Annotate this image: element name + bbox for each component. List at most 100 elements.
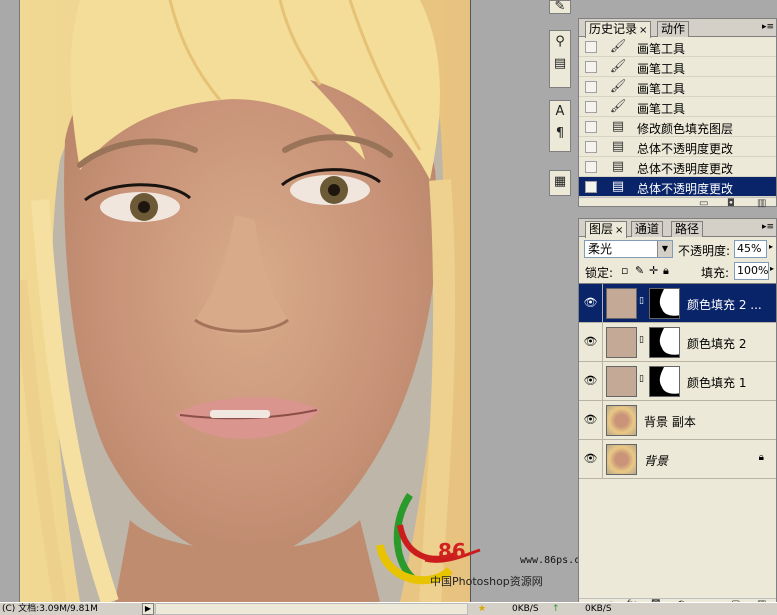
- status-bar: (C) 文档:3.09M/9.81M ▶ ★ 0KB/S ↑ 0KB/S: [0, 602, 777, 615]
- opacity-input[interactable]: 45%: [734, 240, 767, 258]
- fill-arrow-icon[interactable]: ▸: [770, 264, 774, 273]
- character-icon[interactable]: A: [550, 101, 570, 123]
- visibility-eye-icon[interactable]: 👁︎: [579, 440, 603, 478]
- tool-group-type: A ¶: [549, 100, 571, 152]
- close-icon[interactable]: ×: [639, 25, 647, 36]
- watermark-logo: 86 www.86ps.com 中国Photoshop资源网: [370, 485, 592, 595]
- layer-mask-thumbnail[interactable]: [649, 288, 680, 319]
- tab-layers[interactable]: 图层 ×: [585, 221, 628, 238]
- tool-group-top: ✎: [549, 0, 571, 14]
- history-tabrow: 历史记录 × 动作 ▸≡: [579, 19, 776, 38]
- clone-source-icon[interactable]: ▤: [550, 53, 570, 75]
- history-source-checkbox[interactable]: [585, 101, 597, 113]
- history-source-checkbox[interactable]: [585, 41, 597, 53]
- new-document-icon[interactable]: ▭: [699, 198, 708, 209]
- layers-tabrow: 图层 × 通道 路径 ▸≡: [579, 219, 776, 238]
- lock-pixels-icon[interactable]: ✎: [635, 264, 644, 277]
- layer-mask-thumbnail[interactable]: [649, 327, 680, 358]
- opacity-label: 不透明度:: [678, 244, 731, 258]
- history-item[interactable]: ▤ 总体不透明度更改: [579, 137, 776, 157]
- wrench-icon[interactable]: ✎: [550, 0, 570, 13]
- lock-position-icon[interactable]: ✛: [649, 264, 658, 277]
- layer-row[interactable]: 👁︎ ▯ 颜色填充 2: [579, 323, 776, 362]
- history-item[interactable]: 🖌︎ 画笔工具: [579, 77, 776, 97]
- history-item-label: 画笔工具: [637, 62, 686, 76]
- history-item[interactable]: 🖌︎ 画笔工具: [579, 37, 776, 57]
- layer-row[interactable]: 👁︎ ▯ 颜色填充 2 ...: [579, 284, 776, 323]
- fill-input[interactable]: 100%: [734, 262, 769, 280]
- layer-comps-icon[interactable]: ▦: [550, 171, 570, 193]
- history-source-checkbox[interactable]: [585, 141, 597, 153]
- lock-all-icon[interactable]: 🔒︎: [663, 264, 669, 278]
- layer-row[interactable]: 👁︎ 背景 副本: [579, 401, 776, 440]
- trash-icon[interactable]: ▥: [757, 198, 766, 209]
- history-source-checkbox[interactable]: [585, 121, 597, 133]
- tab-history[interactable]: 历史记录 ×: [585, 21, 652, 38]
- fill-color-thumbnail[interactable]: [606, 288, 637, 319]
- document-info[interactable]: (C) 文档:3.09M/9.81M: [0, 603, 142, 615]
- tool-group-info: ▦: [549, 170, 571, 196]
- layer-name[interactable]: 背景 副本: [644, 413, 696, 430]
- fill-color-thumbnail[interactable]: [606, 327, 637, 358]
- visibility-eye-icon[interactable]: 👁︎: [579, 284, 603, 322]
- history-source-checkbox[interactable]: [585, 81, 597, 93]
- lock-transparent-icon[interactable]: ▫: [621, 264, 628, 277]
- lock-label: 锁定:: [585, 266, 614, 280]
- layer-name[interactable]: 颜色填充 1: [687, 374, 746, 391]
- mask-link-icon[interactable]: ▯: [639, 335, 644, 345]
- layer-row[interactable]: 👁︎ ▯ 颜色填充 1: [579, 362, 776, 401]
- history-source-checkbox[interactable]: [585, 181, 597, 193]
- visibility-eye-icon[interactable]: 👁︎: [579, 362, 603, 400]
- history-source-checkbox[interactable]: [585, 161, 597, 173]
- tab-actions-label: 动作: [661, 22, 686, 36]
- history-state-icon: ▤: [611, 179, 625, 194]
- layer-name[interactable]: 背景: [644, 452, 668, 469]
- download-star-icon: ★: [478, 604, 487, 614]
- brush-icon: 🖌︎: [609, 99, 627, 114]
- layer-name[interactable]: 颜色填充 2 ...: [687, 296, 762, 313]
- blend-mode-select[interactable]: 柔光 ▼: [584, 240, 673, 258]
- layer-row[interactable]: 👁︎ 背景 🔒︎: [579, 440, 776, 479]
- close-icon[interactable]: ×: [615, 225, 623, 236]
- visibility-eye-icon[interactable]: 👁︎: [579, 323, 603, 361]
- panel-menu-icon[interactable]: ▸≡: [762, 22, 774, 32]
- watermark-cn-name: 中国Photoshop资源网: [430, 575, 543, 588]
- history-footer: ▭ ◘ ▥: [579, 197, 776, 211]
- snapshot-icon[interactable]: ◘: [727, 198, 735, 209]
- history-item[interactable]: ▤ 总体不透明度更改: [579, 157, 776, 177]
- opacity-arrow-icon[interactable]: ▸: [769, 242, 773, 251]
- tab-channels[interactable]: 通道: [631, 221, 664, 237]
- layer-mask-thumbnail[interactable]: [649, 366, 680, 397]
- history-item-label: 画笔工具: [637, 42, 686, 56]
- visibility-eye-icon[interactable]: 👁︎: [579, 401, 603, 439]
- tab-paths[interactable]: 路径: [671, 221, 704, 237]
- horizontal-scrollbar[interactable]: [155, 603, 468, 615]
- panel-menu-icon[interactable]: ▸≡: [762, 222, 774, 232]
- layers-panel: 图层 × 通道 路径 ▸≡ 柔光 ▼ 不透明度: 45% ▸ 锁定: ▫ ✎ ✛ …: [578, 218, 777, 615]
- brush-preset-icon[interactable]: ⚲: [550, 31, 570, 53]
- image-thumbnail[interactable]: [606, 444, 637, 475]
- layer-name[interactable]: 颜色填充 2: [687, 335, 746, 352]
- history-state-icon: ▤: [611, 139, 625, 154]
- history-item[interactable]: ▤ 修改颜色填充图层: [579, 117, 776, 137]
- status-menu-arrow-icon[interactable]: ▶: [142, 603, 154, 615]
- fill-color-thumbnail[interactable]: [606, 366, 637, 397]
- tab-actions[interactable]: 动作: [657, 21, 690, 37]
- image-thumbnail[interactable]: [606, 405, 637, 436]
- blend-row: 柔光 ▼ 不透明度: 45% ▸: [579, 237, 776, 259]
- history-item-label: 画笔工具: [637, 82, 686, 96]
- mask-link-icon[interactable]: ▯: [639, 296, 644, 306]
- history-item[interactable]: 🖌︎ 画笔工具: [579, 57, 776, 77]
- chevron-down-icon[interactable]: ▼: [657, 241, 672, 257]
- history-item-label: 修改颜色填充图层: [637, 122, 734, 136]
- history-source-checkbox[interactable]: [585, 61, 597, 73]
- paragraph-icon[interactable]: ¶: [550, 123, 570, 145]
- mask-link-icon[interactable]: ▯: [639, 374, 644, 384]
- history-panel: 历史记录 × 动作 ▸≡ 🖌︎ 画笔工具 🖌︎ 画笔工具 🖌︎ 画笔工具 🖌︎ 画笔工具 ▤ 修改颜…: [578, 18, 777, 209]
- history-item-label: 总体不透明度更改: [637, 162, 734, 176]
- history-item-label: 总体不透明度更改: [637, 142, 734, 156]
- history-state-icon: ▤: [611, 159, 625, 174]
- history-item[interactable]: 🖌︎ 画笔工具: [579, 97, 776, 117]
- history-item-label: 画笔工具: [637, 102, 686, 116]
- history-item[interactable]: ▤ 总体不透明度更改: [579, 177, 776, 197]
